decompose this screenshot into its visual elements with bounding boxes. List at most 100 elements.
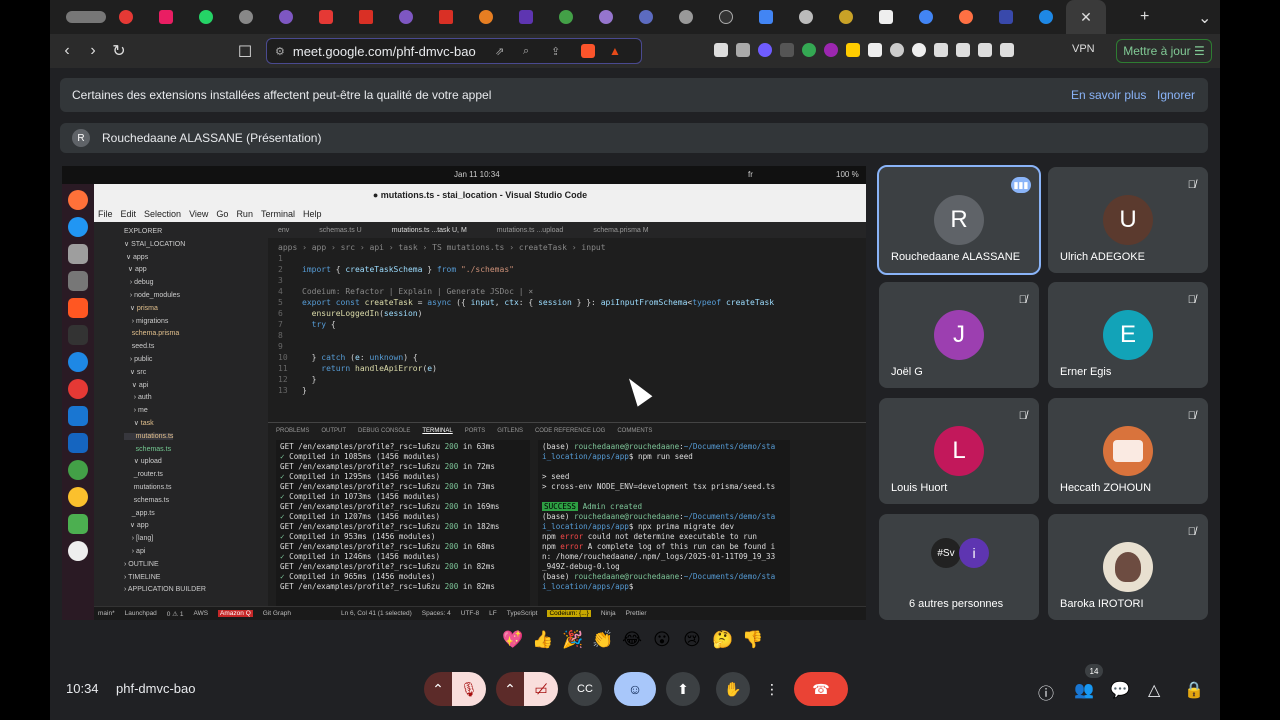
raise-hand-button[interactable]: ✋ (716, 672, 750, 706)
url-text[interactable]: meet.google.com/phf-dmvc-bao (293, 44, 476, 59)
more-options-button[interactable]: ⋮ (762, 672, 782, 706)
open-external-icon[interactable]: ⇗ (495, 45, 504, 58)
tab-search-button[interactable]: ⌄ (1198, 8, 1211, 28)
tab-active[interactable]: ✕ (1066, 0, 1106, 34)
extension-icon[interactable] (758, 43, 772, 57)
tab[interactable] (426, 0, 466, 34)
participant-name: Ulrich ADEGOKE (1060, 251, 1145, 263)
tab[interactable] (466, 0, 506, 34)
site-settings-icon[interactable]: ⚙ (275, 45, 285, 58)
extension-icon[interactable] (846, 43, 860, 57)
leave-call-button[interactable]: ☎ (794, 672, 848, 706)
camera-options-button[interactable]: ⌃ (496, 672, 524, 706)
reaction-surprised-button[interactable]: 😮 (652, 630, 672, 650)
extension-icon[interactable] (714, 43, 728, 57)
chat-icon[interactable]: 💬 (1110, 680, 1130, 700)
doc-icon (879, 10, 893, 24)
reload-button[interactable]: ↻ (106, 41, 132, 61)
participant-tile[interactable]: J 🎙̸ Joël G (879, 282, 1039, 388)
extension-icon[interactable] (802, 43, 816, 57)
tab[interactable] (1026, 0, 1066, 34)
brave-rewards-icon[interactable]: ▲ (609, 44, 621, 58)
tab[interactable] (706, 0, 746, 34)
meeting-info-icon[interactable]: ⓘ (1038, 680, 1054, 704)
extension-icon[interactable] (868, 43, 882, 57)
extension-icon[interactable] (780, 43, 794, 57)
zoom-icon[interactable]: ⌕ (523, 45, 529, 58)
status-item: Codeium: {...} (547, 610, 591, 617)
tab[interactable] (986, 0, 1026, 34)
tab[interactable] (866, 0, 906, 34)
learn-more-link[interactable]: En savoir plus (1071, 88, 1146, 102)
people-icon[interactable]: 👥 (1074, 680, 1094, 700)
tab[interactable] (826, 0, 866, 34)
extension-icon[interactable] (824, 43, 838, 57)
reaction-thumbs-up-button[interactable]: 👍 (532, 630, 553, 650)
share-icon[interactable]: ⇪ (551, 45, 560, 58)
reaction-sad-button[interactable]: 😢 (682, 630, 702, 650)
captions-button[interactable]: CC (568, 672, 602, 706)
tab[interactable] (946, 0, 986, 34)
tab[interactable] (386, 0, 426, 34)
address-bar[interactable]: ⚙ meet.google.com/phf-dmvc-bao ⇗ ⌕ ⇪ ▲ (266, 38, 642, 64)
tab[interactable] (186, 0, 226, 34)
ignore-button[interactable]: Ignorer (1157, 88, 1195, 102)
tab[interactable] (266, 0, 306, 34)
profile-avatar[interactable] (890, 43, 904, 57)
tab[interactable] (146, 0, 186, 34)
tab[interactable] (586, 0, 626, 34)
sidebar-icon[interactable] (956, 43, 970, 57)
reaction-thumbs-down-button[interactable]: 👎 (742, 630, 763, 650)
mic-options-button[interactable]: ⌃ (424, 672, 452, 706)
participant-tile[interactable]: U 🎙̸ Ulrich ADEGOKE (1048, 167, 1208, 273)
participant-tile[interactable]: 🎙̸ Heccath ZOHOUN (1048, 398, 1208, 504)
reaction-clap-button[interactable]: 👏 (592, 630, 613, 650)
tab[interactable] (746, 0, 786, 34)
reaction-heart-button[interactable]: 💖 (502, 630, 523, 650)
forward-button[interactable]: › (80, 42, 106, 60)
tab[interactable] (666, 0, 706, 34)
extension-icon[interactable] (912, 43, 926, 57)
tab[interactable] (226, 0, 266, 34)
tab[interactable] (906, 0, 946, 34)
back-button[interactable]: ‹ (54, 42, 80, 60)
present-button[interactable]: ⬆ (666, 672, 700, 706)
tab[interactable] (786, 0, 826, 34)
camera-toggle-button[interactable]: ▭̸ (524, 672, 558, 706)
reactions-bar: 💖 👍 🎉 👏 😂 😮 😢 🤔 👎 (502, 630, 763, 650)
extension-icon[interactable] (736, 43, 750, 57)
puzzle-icon[interactable] (934, 43, 948, 57)
panel-tab: GITLENS (497, 427, 523, 434)
participant-tile[interactable]: E 🎙̸ Erner Egis (1048, 282, 1208, 388)
speaking-indicator-icon: ▮▮▮ (1011, 177, 1031, 193)
reaction-thinking-button[interactable]: 🤔 (712, 630, 733, 650)
others-tile[interactable]: #Sv i 6 autres personnes (879, 514, 1039, 620)
shared-screen: Jan 11 10:34 fr 100 % ● mutations.ts - s… (62, 166, 866, 620)
panel-tab: PROBLEMS (276, 427, 310, 434)
activities-icon[interactable]: △ (1148, 680, 1160, 700)
editor-tab: schemas.ts U (319, 226, 362, 234)
tab[interactable] (106, 0, 146, 34)
new-tab-button[interactable]: + (1140, 8, 1149, 26)
tab[interactable] (66, 0, 106, 34)
participant-tile[interactable]: R ▮▮▮ Rouchedaane ALASSANE (877, 165, 1041, 275)
reactions-button[interactable]: ☺ (614, 672, 656, 706)
vpn-button[interactable]: VPN (1072, 43, 1095, 55)
reaction-party-button[interactable]: 🎉 (562, 630, 583, 650)
participant-tile[interactable]: 🎙̸ Baroka IROTORI (1048, 514, 1208, 620)
update-button[interactable]: Mettre à jour ☰ (1116, 39, 1212, 63)
tab[interactable] (506, 0, 546, 34)
reaction-laugh-button[interactable]: 😂 (622, 630, 642, 650)
mic-toggle-button[interactable]: 🎙 (452, 672, 486, 706)
wallet-icon[interactable] (978, 43, 992, 57)
tab[interactable] (306, 0, 346, 34)
close-icon[interactable]: ✕ (1080, 9, 1092, 26)
tab[interactable] (346, 0, 386, 34)
brave-shield-icon[interactable] (581, 44, 595, 58)
leo-ai-icon[interactable] (1000, 43, 1014, 57)
bookmark-icon[interactable]: ☐ (232, 42, 258, 62)
participant-tile[interactable]: L 🎙̸ Louis Huort (879, 398, 1039, 504)
tab[interactable] (546, 0, 586, 34)
host-controls-icon[interactable]: 🔒 (1184, 680, 1204, 700)
tab[interactable] (626, 0, 666, 34)
